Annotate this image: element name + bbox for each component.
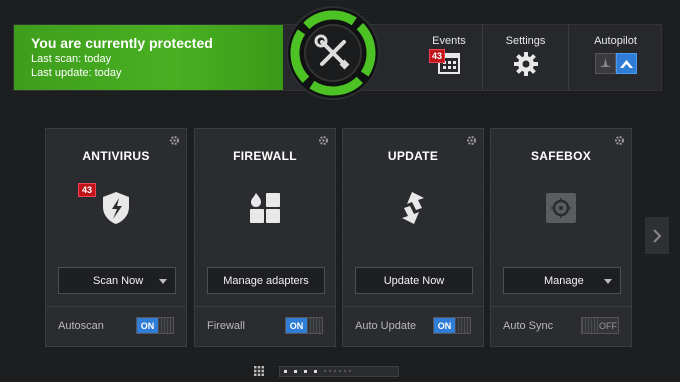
manage-adapters-button[interactable]: Manage adapters [207,267,325,294]
next-page-button[interactable] [645,217,669,254]
events-label: Events [432,35,466,47]
toggle-state: ON [137,318,158,333]
safebox-icon-area [491,187,631,229]
card-settings-gear-icon[interactable] [614,135,625,146]
toggle-grip [307,318,322,333]
firewall-card: FIREWALL Manage adapters Firewall ON [194,128,336,347]
toggle-grip [158,318,173,333]
last-scan-text: Last scan: today [31,53,112,65]
firewall-toggle[interactable]: ON [285,317,323,334]
scan-now-button[interactable]: Scan Now [58,267,176,294]
tools-icon [290,10,376,96]
page-scroll-track[interactable] [279,365,399,377]
manage-adapters-label: Manage adapters [223,274,309,287]
grid-icon[interactable] [253,365,265,377]
card-title: UPDATE [387,149,439,163]
auto-update-label: Auto Update [355,320,417,332]
shield-icon [103,192,129,224]
toggle-state: ON [434,318,455,333]
card-footer: Autoscan ON [46,306,186,346]
antivirus-icon-area [46,187,186,229]
update-now-button[interactable]: Update Now [355,267,473,294]
autopilot-on-segment[interactable] [615,53,637,74]
card-footer: Firewall ON [195,306,335,346]
auto-sync-label: Auto Sync [503,320,554,332]
page-dot[interactable] [329,370,331,372]
card-footer: Auto Sync OFF [491,306,631,346]
card-title: FIREWALL [233,149,297,163]
toggle-grip [455,318,470,333]
page-dot[interactable] [339,370,341,372]
page-dot[interactable] [334,370,336,372]
scan-now-label: Scan Now [93,274,144,287]
chevron-right-icon [653,228,662,243]
card-footer: Auto Update ON [343,306,483,346]
settings-button[interactable]: Settings [482,25,568,90]
card-settings-gear-icon[interactable] [169,135,180,146]
auto-sync-toggle[interactable]: OFF [581,317,619,334]
firewall-label: Firewall [207,320,245,332]
card-settings-gear-icon[interactable] [466,135,477,146]
autopilot-toggle[interactable] [569,53,662,74]
update-arrows-icon [402,192,424,224]
manage-button[interactable]: Manage [503,267,621,294]
events-button[interactable]: Events 43 [404,25,494,90]
toggle-state: OFF [599,320,617,331]
card-title: ANTIVIRUS [82,149,150,163]
update-icon-area [343,187,483,229]
auto-update-toggle[interactable]: ON [433,317,471,334]
safebox-card: SAFEBOX Manage Auto Sync OFF [490,128,632,347]
page-dot[interactable] [284,369,287,373]
card-settings-gear-icon[interactable] [318,135,329,146]
autoscan-label: Autoscan [58,320,104,332]
page-dot[interactable] [349,370,351,372]
status-title: You are currently protected [31,35,213,51]
person-icon [599,58,611,67]
manage-label: Manage [544,274,584,287]
toggle-grip [582,318,598,333]
last-update-text: Last update: today [31,67,122,79]
autopilot-icon [619,60,633,68]
page-dot[interactable] [324,370,326,372]
autopilot-label: Autopilot [594,35,637,47]
update-now-label: Update Now [383,274,445,287]
page-dot[interactable] [294,369,297,373]
safebox-icon [546,193,576,223]
page-dot[interactable] [314,369,317,373]
update-card: UPDATE Update Now Auto Update ON [342,128,484,347]
antivirus-card: ANTIVIRUS 43 Scan Now Autoscan ON [45,128,187,347]
autopilot-control: Autopilot [568,25,662,90]
pager [253,364,399,378]
chevron-down-icon[interactable] [604,279,612,284]
page-dot[interactable] [344,370,346,372]
toggle-state: ON [286,318,307,333]
settings-label: Settings [505,35,546,47]
autopilot-off-segment[interactable] [594,53,616,74]
page-dot[interactable] [304,369,307,373]
events-count-badge: 43 [429,49,446,63]
gear-icon [513,52,538,76]
protection-status-panel: You are currently protected Last scan: t… [14,25,283,90]
main-status-logo[interactable] [286,6,380,100]
firewall-icon-area [195,187,335,229]
autoscan-toggle[interactable]: ON [136,317,174,334]
firewall-icon [250,193,280,223]
chevron-down-icon[interactable] [159,279,167,284]
card-title: SAFEBOX [530,149,592,163]
